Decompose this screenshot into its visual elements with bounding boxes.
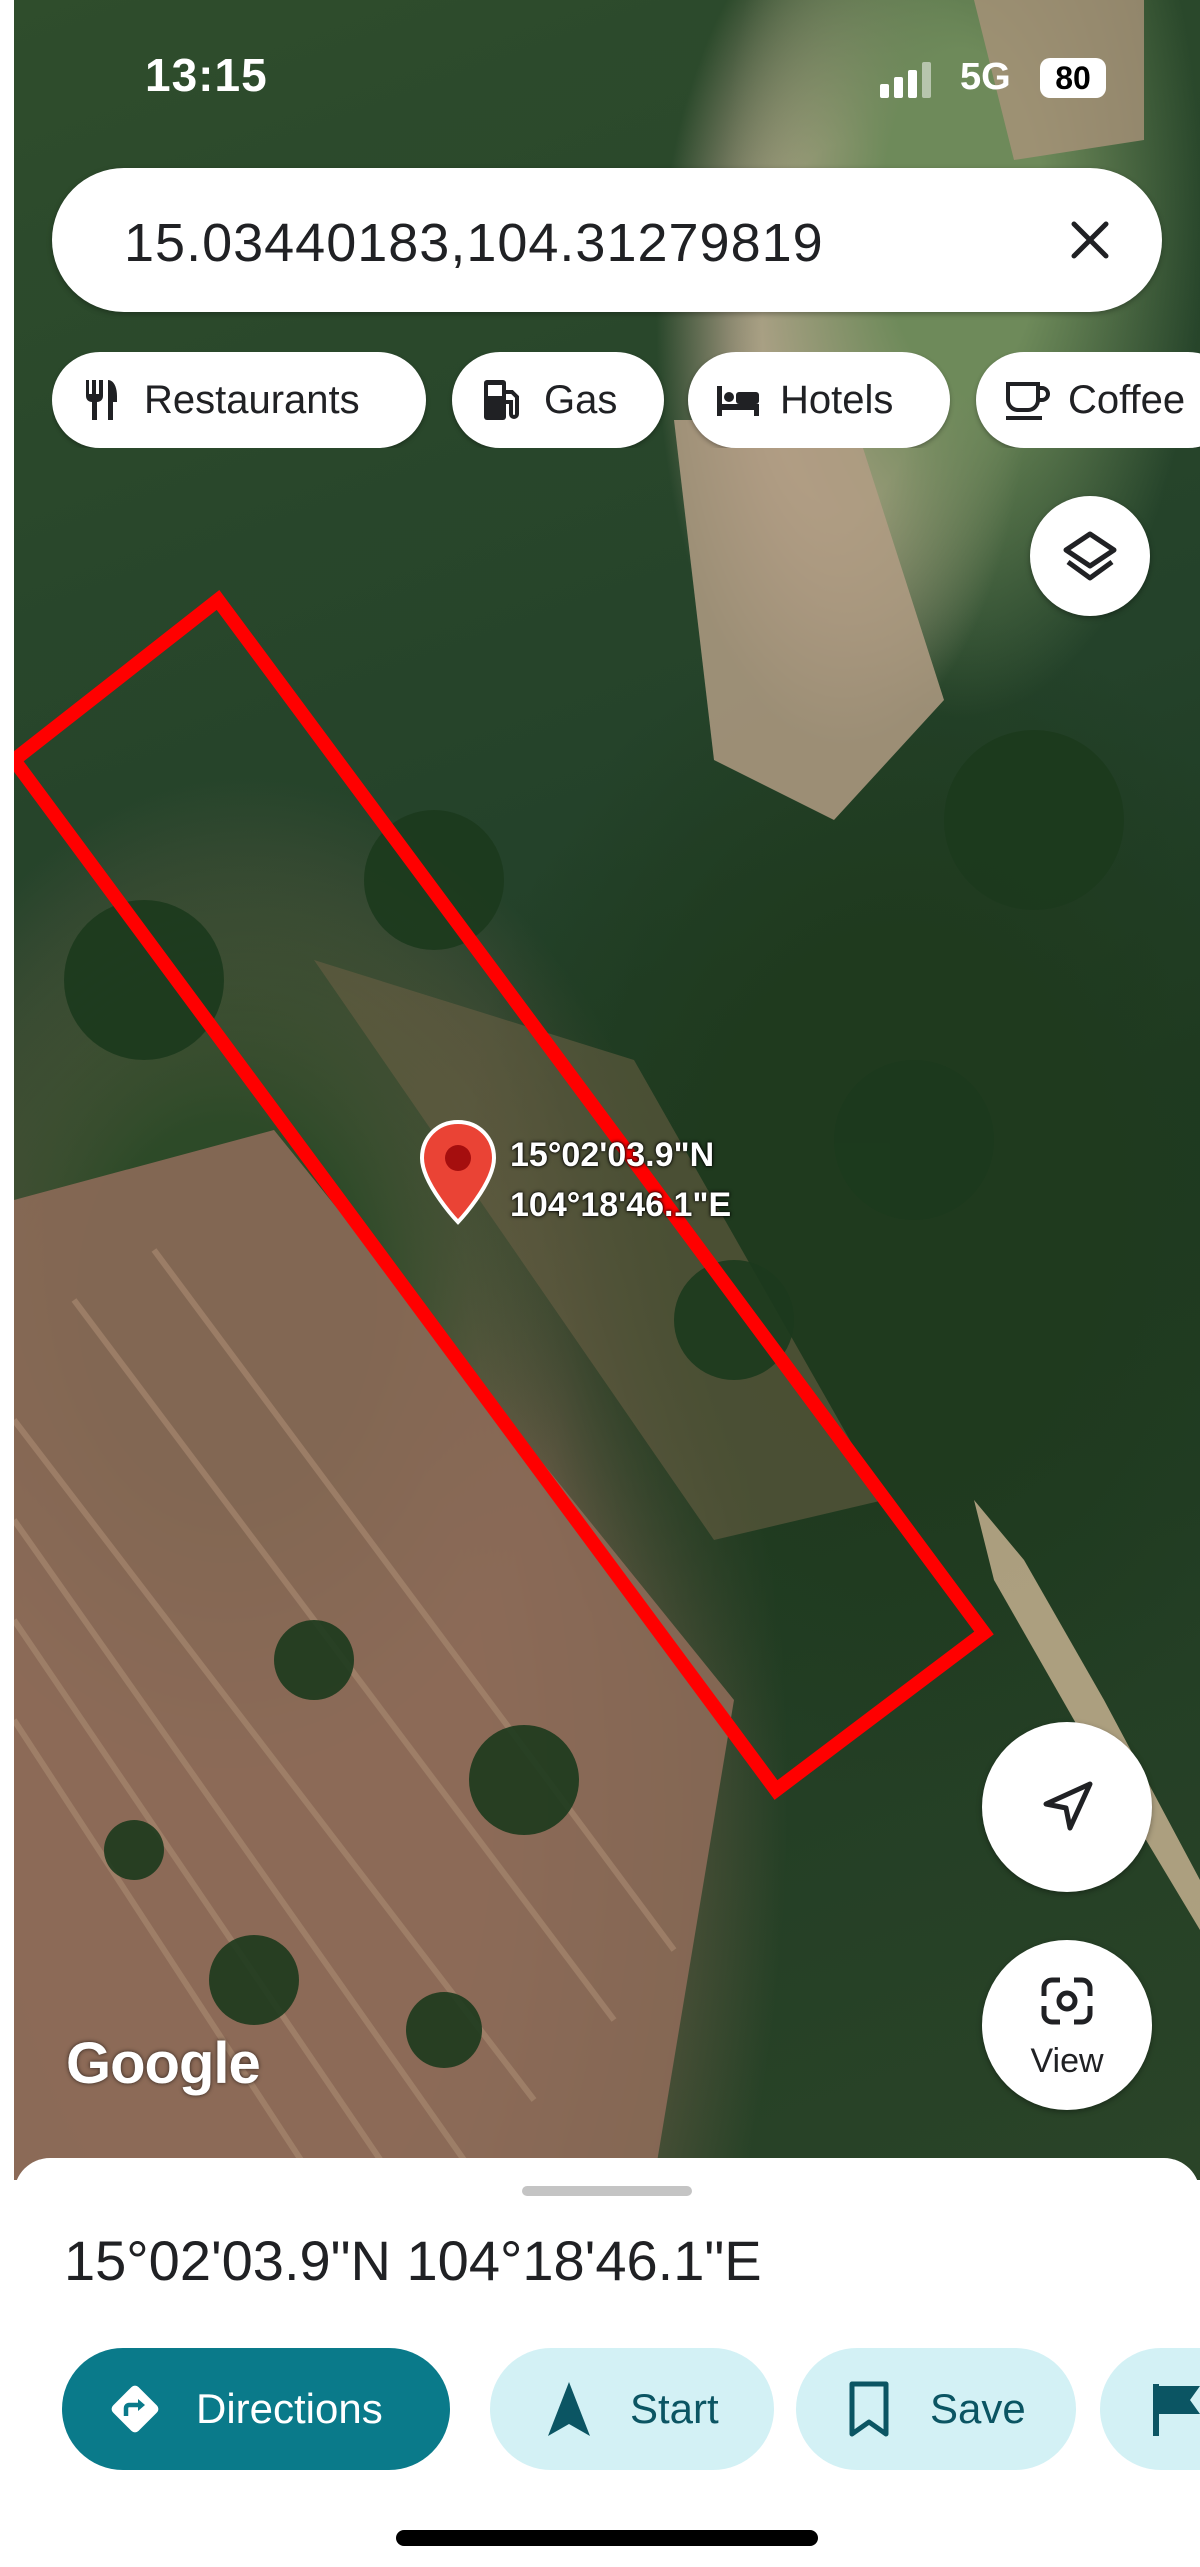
search-bar[interactable]: 15.03440183,104.31279819 (52, 168, 1162, 312)
chip-restaurants[interactable]: Restaurants (52, 352, 426, 448)
navigation-arrow-icon (548, 2382, 590, 2436)
chip-label: Hotels (780, 377, 894, 422)
start-button[interactable]: Start (490, 2348, 774, 2470)
lens-view-button[interactable]: View (982, 1940, 1152, 2110)
network-type: 5G (960, 56, 1011, 98)
save-button[interactable]: Save (796, 2348, 1076, 2470)
home-indicator[interactable] (396, 2530, 818, 2546)
view-label: View (1030, 2042, 1104, 2080)
flag-icon (1153, 2384, 1200, 2436)
place-sheet[interactable]: 15°02'03.9"N 104°18'46.1"E Directions St… (14, 2158, 1200, 2567)
bed-icon (717, 386, 759, 416)
chip-label: Restaurants (144, 377, 360, 422)
place-title: 15°02'03.9"N 104°18'46.1"E (64, 2229, 762, 2292)
start-label: Start (630, 2385, 719, 2432)
layers-icon (1063, 531, 1117, 581)
directions-label: Directions (196, 2385, 383, 2432)
chip-hotels[interactable]: Hotels (688, 352, 950, 448)
signal-icon (880, 62, 931, 98)
battery-icon: 80 (1040, 58, 1106, 98)
camera-lens-icon (1041, 1977, 1093, 2025)
chip-label: Gas (544, 377, 618, 422)
location-arrow-icon (1043, 1781, 1093, 1831)
close-icon[interactable] (1054, 204, 1126, 276)
location-pin-icon[interactable] (418, 1118, 498, 1228)
label-button[interactable] (1100, 2348, 1200, 2470)
directions-icon (111, 2385, 159, 2433)
chip-gas[interactable]: Gas (452, 352, 664, 448)
pin-longitude: 104°18'46.1"E (510, 1186, 732, 1224)
action-buttons: Directions Start Save (62, 2348, 1200, 2472)
status-bar: 13:15 5G 80 (0, 0, 1200, 150)
layers-button[interactable] (1030, 496, 1150, 616)
pin-label: 15°02'03.9"N 104°18'46.1"E (510, 1130, 731, 1230)
category-chips: Restaurants Gas Hotels Coffee (52, 352, 1200, 448)
bookmark-icon (849, 2381, 889, 2437)
status-time: 13:15 (145, 49, 268, 101)
sheet-drag-handle[interactable] (522, 2186, 692, 2196)
save-label: Save (930, 2385, 1026, 2432)
gas-pump-icon (484, 380, 519, 420)
chip-coffee[interactable]: Coffee (976, 352, 1200, 448)
google-watermark: Google (66, 2031, 261, 2096)
screen-edge (0, 0, 14, 2567)
directions-button[interactable]: Directions (62, 2348, 450, 2470)
coffee-cup-icon (1006, 382, 1050, 420)
pin-latitude: 15°02'03.9"N (510, 1136, 715, 1174)
search-input[interactable]: 15.03440183,104.31279819 (124, 212, 824, 274)
my-location-button[interactable] (982, 1722, 1152, 1892)
map-clearing (674, 420, 944, 820)
chip-label: Coffee (1068, 377, 1186, 422)
fork-knife-icon (86, 380, 117, 420)
